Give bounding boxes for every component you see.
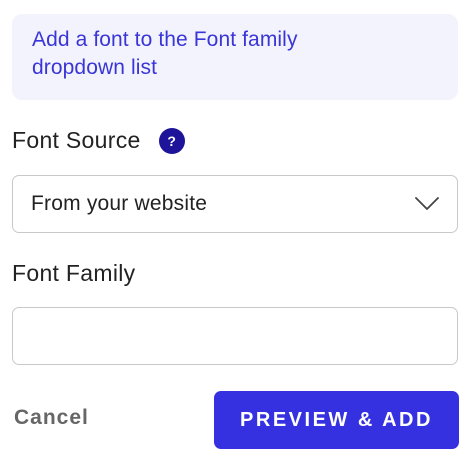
font-source-selected-value: From your website	[31, 192, 208, 215]
info-banner: Add a font to the Font family dropdown l…	[12, 14, 458, 100]
font-family-input[interactable]	[12, 307, 458, 365]
font-source-label-row: Font Source ?	[12, 127, 185, 154]
font-family-label-row: Font Family	[12, 260, 135, 287]
preview-add-button[interactable]: PREVIEW & ADD	[214, 391, 459, 449]
font-source-label: Font Source	[12, 127, 141, 153]
cancel-button[interactable]: Cancel	[14, 406, 89, 430]
font-family-label: Font Family	[12, 260, 136, 286]
info-text-line2: dropdown list	[32, 56, 158, 79]
question-circle-icon[interactable]: ?	[158, 127, 185, 154]
chevron-down-icon	[413, 194, 441, 214]
info-text-line1: Add a font to the Font family	[32, 28, 298, 51]
font-source-select[interactable]: From your website	[12, 175, 458, 233]
